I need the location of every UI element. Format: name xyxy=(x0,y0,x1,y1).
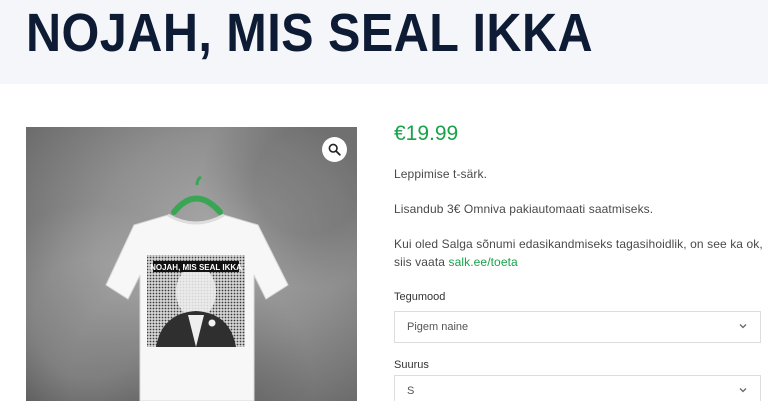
product-image[interactable]: NOJAH, MIS SEAL IKKA xyxy=(26,127,357,401)
tshirt-print-text: NOJAH, MIS SEAL IKKA xyxy=(150,263,242,272)
zoom-icon xyxy=(328,143,341,156)
style-select-value: Pigem naine xyxy=(407,321,469,333)
hanger-icon xyxy=(171,195,223,215)
size-label: Suurus xyxy=(394,359,429,371)
product-description-1: Leppimise t-särk. xyxy=(394,167,488,181)
style-label: Tegumood xyxy=(394,291,446,303)
support-link[interactable]: salk.ee/toeta xyxy=(448,255,517,269)
description-prefix: siis vaata xyxy=(394,255,446,269)
chevron-down-icon xyxy=(739,388,747,393)
size-select[interactable]: S xyxy=(394,375,761,401)
page-title: NOJAH, MIS SEAL IKKA xyxy=(26,3,594,63)
size-select-value: S xyxy=(407,385,415,397)
chevron-down-icon xyxy=(739,324,747,329)
tshirt-illustration: NOJAH, MIS SEAL IKKA xyxy=(105,175,289,401)
product-description-2: Lisandub 3€ Omniva pakiautomaati saatmis… xyxy=(394,202,654,216)
product-description-3-line2: siis vaata salk.ee/toeta xyxy=(394,255,518,269)
zoom-button[interactable] xyxy=(322,137,347,162)
page-header: NOJAH, MIS SEAL IKKA xyxy=(0,0,768,84)
style-select[interactable]: Pigem naine xyxy=(394,311,761,343)
product-price: €19.99 xyxy=(394,122,459,145)
product-description-3-line1: Kui oled Salga sõnumi edasikandmiseks ta… xyxy=(394,237,763,251)
